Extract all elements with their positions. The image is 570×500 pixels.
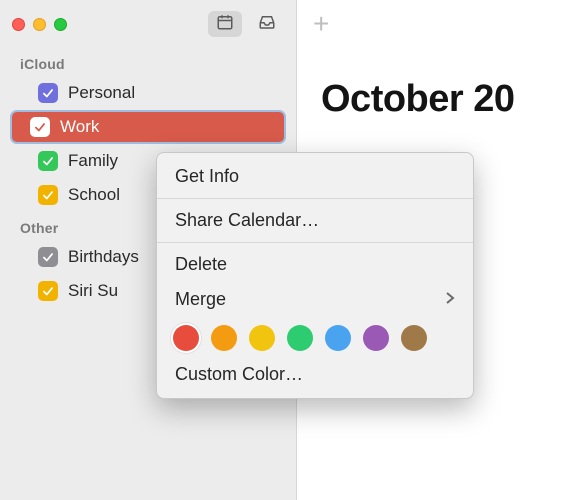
sidebar-section-header: iCloud bbox=[0, 48, 296, 76]
menu-item[interactable]: Get Info bbox=[157, 159, 473, 194]
close-window-button[interactable] bbox=[12, 18, 25, 31]
titlebar bbox=[0, 0, 296, 48]
menu-item-submenu[interactable]: Merge bbox=[157, 282, 473, 317]
menu-item-label: Merge bbox=[175, 289, 226, 310]
color-swatch-red[interactable] bbox=[173, 325, 199, 351]
menu-separator bbox=[157, 242, 473, 243]
calendar-icon bbox=[216, 13, 234, 36]
app-window: iCloudPersonalWorkFamilySchoolOtherBirth… bbox=[0, 0, 570, 500]
sidebar-item-label: Siri Su bbox=[68, 281, 118, 301]
sidebar-item-label: Family bbox=[68, 151, 118, 171]
sidebar-item-label: Work bbox=[60, 117, 99, 137]
menu-separator bbox=[157, 198, 473, 199]
menu-item-label: Get Info bbox=[175, 166, 239, 187]
calendar-checkbox[interactable] bbox=[38, 247, 58, 267]
minimize-window-button[interactable] bbox=[33, 18, 46, 31]
color-swatch-green[interactable] bbox=[287, 325, 313, 351]
color-swatch-purple[interactable] bbox=[363, 325, 389, 351]
calendar-checkbox[interactable] bbox=[30, 117, 50, 137]
sidebar-item-label: Personal bbox=[68, 83, 135, 103]
chevron-right-icon bbox=[445, 289, 455, 310]
menu-item[interactable]: Custom Color… bbox=[157, 357, 473, 392]
menu-item-label: Share Calendar… bbox=[175, 210, 319, 231]
menu-item[interactable]: Delete bbox=[157, 247, 473, 282]
color-swatch-orange[interactable] bbox=[211, 325, 237, 351]
calendar-checkbox[interactable] bbox=[38, 281, 58, 301]
main-toolbar: + bbox=[297, 0, 570, 48]
tray-icon bbox=[258, 13, 276, 36]
window-controls bbox=[12, 18, 67, 31]
color-swatch-row bbox=[157, 317, 473, 357]
page-title: October 20 bbox=[321, 78, 515, 121]
context-menu: Get Info Share Calendar… Delete Merge Custom… bbox=[156, 152, 474, 399]
calendar-checkbox[interactable] bbox=[38, 151, 58, 171]
add-event-button[interactable]: + bbox=[313, 10, 329, 38]
menu-item[interactable]: Share Calendar… bbox=[157, 203, 473, 238]
fullscreen-window-button[interactable] bbox=[54, 18, 67, 31]
color-swatch-brown[interactable] bbox=[401, 325, 427, 351]
menu-item-label: Delete bbox=[175, 254, 227, 275]
calendar-checkbox[interactable] bbox=[38, 83, 58, 103]
color-swatch-yellow[interactable] bbox=[249, 325, 275, 351]
calendar-checkbox[interactable] bbox=[38, 185, 58, 205]
sidebar-item-label: Birthdays bbox=[68, 247, 139, 267]
menu-item-label: Custom Color… bbox=[175, 364, 303, 385]
calendar-view-button[interactable] bbox=[208, 11, 242, 37]
sidebar-item[interactable]: Personal bbox=[0, 76, 296, 110]
color-swatch-blue[interactable] bbox=[325, 325, 351, 351]
inbox-button[interactable] bbox=[250, 11, 284, 37]
sidebar-item[interactable]: Work bbox=[10, 110, 286, 144]
sidebar-item-label: School bbox=[68, 185, 120, 205]
